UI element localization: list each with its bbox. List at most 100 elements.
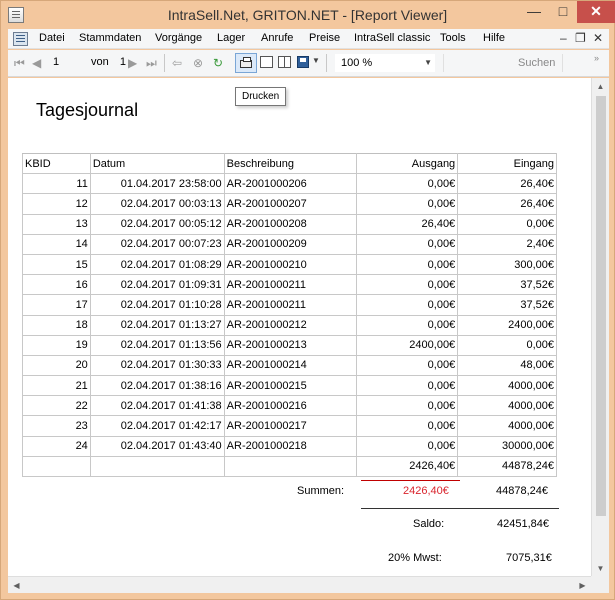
scroll-up-icon[interactable]: ▲ — [592, 78, 609, 96]
close-button[interactable]: ✕ — [577, 1, 615, 23]
ausgang-cell: 0,00€ — [356, 415, 459, 437]
datum-cell: 02.04.2017 01:13:56 — [89, 334, 225, 356]
page-number-input[interactable]: 1 — [53, 56, 59, 68]
summen-ausgang: 2426,40€ — [403, 485, 449, 497]
datum-cell: 02.04.2017 01:41:38 — [89, 395, 225, 417]
datum-cell: 02.04.2017 00:03:13 — [89, 193, 225, 215]
export-icon[interactable] — [297, 56, 309, 68]
eingang-cell: 0,00€ — [457, 334, 557, 356]
journal-table: KBID Datum Beschreibung Ausgang Eingang … — [22, 152, 557, 478]
search-button[interactable]: Suchen — [518, 57, 555, 69]
menu-preise[interactable]: Preise — [309, 32, 340, 44]
table-row: 19 02.04.2017 01:13:56 AR-2001000213 2400,0… — [22, 334, 557, 356]
summen-eingang: 44878,24€ — [496, 485, 548, 497]
last-page-icon[interactable]: ⏭ — [146, 56, 157, 71]
menu-hilfe[interactable]: Hilfe — [483, 32, 505, 44]
export-dropdown-icon[interactable]: ▼ — [312, 56, 320, 65]
beschreibung-cell: AR-2001000216 — [223, 395, 358, 417]
menu-tools[interactable]: Tools — [440, 32, 466, 44]
previous-page-icon[interactable]: ◀ — [32, 56, 41, 70]
datum-cell: 01.04.2017 23:58:00 — [89, 173, 225, 195]
toolbar-overflow-icon[interactable]: » — [594, 53, 599, 63]
ausgang-cell: 0,00€ — [356, 193, 459, 215]
print-layout-icon[interactable] — [260, 56, 273, 68]
menu-intrasell-classic[interactable]: IntraSell classic — [354, 32, 430, 44]
report-page: Drucken Tagesjournal KBID Datum Beschrei… — [8, 78, 591, 576]
column-header-datum: Datum — [89, 152, 225, 175]
mdi-close-button[interactable]: ✕ — [593, 31, 603, 45]
vertical-scroll-thumb[interactable] — [596, 96, 606, 516]
minimize-button[interactable]: — — [519, 1, 549, 23]
datum-cell — [89, 455, 225, 478]
kbid-cell: 16 — [22, 274, 91, 296]
kbid-cell: 13 — [22, 213, 91, 235]
column-header-beschreibung: Beschreibung — [223, 152, 358, 175]
datum-cell: 02.04.2017 01:13:27 — [89, 314, 225, 336]
scroll-right-icon[interactable]: ▶ — [574, 577, 591, 594]
print-button[interactable] — [235, 53, 257, 73]
beschreibung-cell: AR-2001000214 — [223, 354, 358, 377]
zoom-value: 100 % — [341, 57, 373, 69]
beschreibung-cell: AR-2001000217 — [223, 415, 358, 437]
menu-bar: Datei Stammdaten Vorgänge Lager Anrufe P… — [8, 29, 609, 49]
kbid-cell: 11 — [22, 173, 91, 195]
eingang-cell: 44878,24€ — [457, 455, 557, 478]
kbid-cell: 17 — [22, 294, 91, 316]
datum-cell: 02.04.2017 01:30:33 — [89, 354, 225, 377]
table-row: 21 02.04.2017 01:38:16 AR-2001000215 0,00€ 4… — [22, 375, 557, 397]
refresh-icon[interactable]: ↻ — [213, 56, 223, 70]
next-page-icon[interactable]: ▶ — [128, 56, 137, 70]
scroll-left-icon[interactable]: ◀ — [8, 577, 25, 594]
beschreibung-cell: AR-2001000210 — [223, 253, 358, 276]
table-row: 14 02.04.2017 00:07:23 AR-2001000209 0,00€ 2… — [22, 233, 557, 255]
beschreibung-cell: AR-2001000218 — [223, 435, 358, 457]
kbid-cell: 24 — [22, 435, 91, 457]
maximize-button[interactable]: □ — [549, 1, 577, 23]
page-of-label: von 1 — [91, 56, 126, 68]
zoom-select[interactable]: 100 % ▼ — [335, 54, 435, 72]
kbid-cell: 21 — [22, 375, 91, 397]
first-page-icon[interactable]: ⏮ — [14, 56, 25, 71]
eingang-cell: 4000,00€ — [457, 395, 557, 417]
ausgang-cell: 2400,00€ — [356, 334, 459, 356]
stop-icon[interactable]: ⊗ — [193, 56, 203, 70]
table-row: 22 02.04.2017 01:41:38 AR-2001000216 0,00€ 4… — [22, 395, 557, 417]
menu-stammdaten[interactable]: Stammdaten — [79, 32, 141, 44]
datum-cell: 02.04.2017 00:05:12 — [89, 213, 225, 235]
menu-anrufe[interactable]: Anrufe — [261, 32, 293, 44]
mdi-restore-button[interactable]: ❐ — [575, 31, 586, 45]
eingang-cell: 30000,00€ — [457, 435, 557, 457]
ausgang-cell: 0,00€ — [356, 395, 459, 417]
vertical-scrollbar[interactable]: ▲ ▼ — [591, 78, 609, 578]
ausgang-cell: 0,00€ — [356, 253, 459, 276]
menu-datei[interactable]: Datei — [39, 32, 65, 44]
beschreibung-cell: AR-2001000207 — [223, 193, 358, 215]
datum-cell: 02.04.2017 01:09:31 — [89, 274, 225, 296]
menu-lager[interactable]: Lager — [217, 32, 245, 44]
summen-label: Summen: — [297, 485, 345, 497]
printer-icon — [240, 57, 252, 68]
ausgang-cell: 26,40€ — [356, 213, 459, 235]
page-setup-icon[interactable] — [278, 56, 291, 68]
beschreibung-cell: AR-2001000209 — [223, 233, 358, 255]
saldo-divider — [361, 508, 559, 509]
mdi-window-icon[interactable] — [13, 32, 28, 46]
ausgang-cell: 0,00€ — [356, 375, 459, 397]
menu-vorgaenge[interactable]: Vorgänge — [155, 32, 202, 44]
datum-cell: 02.04.2017 01:43:40 — [89, 435, 225, 457]
ausgang-cell: 0,00€ — [356, 294, 459, 316]
back-icon[interactable]: ⇦ — [172, 56, 182, 70]
ausgang-cell: 0,00€ — [356, 233, 459, 255]
eingang-cell: 4000,00€ — [457, 415, 557, 437]
column-header-eingang: Eingang — [457, 152, 557, 175]
scrollbar-corner — [591, 576, 609, 593]
table-header-row: KBID Datum Beschreibung Ausgang Eingang — [22, 152, 557, 175]
mwst-label: 20% Mwst: — [388, 552, 442, 564]
mwst-value: 7075,31€ — [506, 552, 552, 564]
datum-cell: 02.04.2017 01:08:29 — [89, 253, 225, 276]
kbid-cell: 18 — [22, 314, 91, 336]
horizontal-scrollbar[interactable]: ◀ ▶ — [8, 576, 591, 593]
table-row: 17 02.04.2017 01:10:28 AR-2001000211 0,00€ 3… — [22, 294, 557, 316]
kbid-cell — [22, 455, 91, 478]
mdi-minimize-button[interactable]: – — [560, 31, 567, 45]
